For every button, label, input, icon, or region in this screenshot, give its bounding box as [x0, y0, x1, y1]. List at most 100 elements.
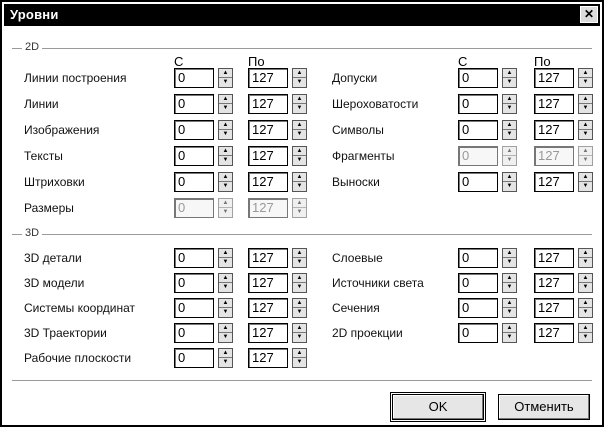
spin-button[interactable]: ▲ ▼: [578, 273, 593, 293]
spin-button[interactable]: ▲ ▼: [578, 94, 593, 114]
level-from-field[interactable]: 0: [174, 248, 214, 268]
spin-down-icon[interactable]: ▼: [579, 333, 592, 342]
spin-up-icon[interactable]: ▲: [219, 199, 232, 208]
spin-up-icon[interactable]: ▲: [503, 299, 516, 308]
spin-up-icon[interactable]: ▲: [503, 147, 516, 156]
spin-up-icon[interactable]: ▲: [579, 173, 592, 182]
spin-down-icon[interactable]: ▼: [579, 130, 592, 139]
spin-down-icon[interactable]: ▼: [219, 182, 232, 191]
spin-up-icon[interactable]: ▲: [219, 121, 232, 130]
level-to-field[interactable]: 127: [534, 273, 574, 293]
spin-up-icon[interactable]: ▲: [293, 324, 306, 333]
spin-down-icon[interactable]: ▼: [503, 78, 516, 87]
spin-down-icon[interactable]: ▼: [503, 130, 516, 139]
spin-button[interactable]: ▲ ▼: [578, 323, 593, 343]
level-from-field[interactable]: 0: [458, 323, 498, 343]
spin-button[interactable]: ▲ ▼: [502, 248, 517, 268]
spin-button[interactable]: ▲ ▼: [218, 273, 233, 293]
spin-button[interactable]: ▲ ▼: [292, 248, 307, 268]
spin-down-icon[interactable]: ▼: [579, 104, 592, 113]
spin-button[interactable]: ▲ ▼: [502, 172, 517, 192]
spin-down-icon[interactable]: ▼: [503, 104, 516, 113]
spin-down-icon[interactable]: ▼: [503, 182, 516, 191]
spin-down-icon[interactable]: ▼: [293, 333, 306, 342]
spin-down-icon[interactable]: ▼: [293, 182, 306, 191]
spin-up-icon[interactable]: ▲: [503, 324, 516, 333]
level-to-field[interactable]: 127: [248, 248, 288, 268]
spin-up-icon[interactable]: ▲: [219, 173, 232, 182]
spin-up-icon[interactable]: ▲: [503, 173, 516, 182]
level-from-field[interactable]: 0: [458, 273, 498, 293]
spin-down-icon[interactable]: ▼: [293, 258, 306, 267]
spin-button[interactable]: ▲ ▼: [292, 146, 307, 166]
spin-up-icon[interactable]: ▲: [579, 147, 592, 156]
spin-down-icon[interactable]: ▼: [293, 208, 306, 217]
spin-button[interactable]: ▲ ▼: [292, 94, 307, 114]
spin-button[interactable]: ▲ ▼: [502, 146, 517, 166]
spin-down-icon[interactable]: ▼: [219, 208, 232, 217]
spin-down-icon[interactable]: ▼: [579, 308, 592, 317]
spin-down-icon[interactable]: ▼: [219, 104, 232, 113]
level-to-field[interactable]: 127: [248, 68, 288, 88]
level-from-field[interactable]: 0: [174, 323, 214, 343]
level-to-field[interactable]: 127: [534, 68, 574, 88]
spin-button[interactable]: ▲ ▼: [502, 94, 517, 114]
level-from-field[interactable]: 0: [174, 298, 214, 318]
spin-up-icon[interactable]: ▲: [579, 69, 592, 78]
spin-down-icon[interactable]: ▼: [579, 156, 592, 165]
spin-down-icon[interactable]: ▼: [293, 283, 306, 292]
spin-button[interactable]: ▲ ▼: [502, 68, 517, 88]
spin-button[interactable]: ▲ ▼: [218, 68, 233, 88]
level-from-field[interactable]: 0: [174, 198, 214, 218]
spin-down-icon[interactable]: ▼: [293, 156, 306, 165]
spin-button[interactable]: ▲ ▼: [292, 68, 307, 88]
spin-down-icon[interactable]: ▼: [219, 333, 232, 342]
spin-button[interactable]: ▲ ▼: [502, 120, 517, 140]
level-from-field[interactable]: 0: [458, 68, 498, 88]
spin-up-icon[interactable]: ▲: [219, 274, 232, 283]
spin-down-icon[interactable]: ▼: [219, 78, 232, 87]
level-from-field[interactable]: 0: [458, 172, 498, 192]
spin-up-icon[interactable]: ▲: [579, 121, 592, 130]
spin-up-icon[interactable]: ▲: [503, 69, 516, 78]
spin-button[interactable]: ▲ ▼: [578, 120, 593, 140]
spin-down-icon[interactable]: ▼: [219, 283, 232, 292]
spin-up-icon[interactable]: ▲: [219, 69, 232, 78]
spin-up-icon[interactable]: ▲: [219, 147, 232, 156]
spin-up-icon[interactable]: ▲: [293, 349, 306, 358]
spin-button[interactable]: ▲ ▼: [578, 298, 593, 318]
level-to-field[interactable]: 127: [534, 172, 574, 192]
spin-down-icon[interactable]: ▼: [579, 78, 592, 87]
level-to-field[interactable]: 127: [248, 273, 288, 293]
spin-up-icon[interactable]: ▲: [293, 121, 306, 130]
level-to-field[interactable]: 127: [248, 198, 288, 218]
spin-down-icon[interactable]: ▼: [219, 358, 232, 367]
spin-button[interactable]: ▲ ▼: [292, 298, 307, 318]
level-to-field[interactable]: 127: [534, 248, 574, 268]
spin-down-icon[interactable]: ▼: [293, 358, 306, 367]
spin-up-icon[interactable]: ▲: [293, 69, 306, 78]
spin-up-icon[interactable]: ▲: [503, 249, 516, 258]
spin-button[interactable]: ▲ ▼: [502, 323, 517, 343]
spin-up-icon[interactable]: ▲: [579, 95, 592, 104]
spin-up-icon[interactable]: ▲: [293, 249, 306, 258]
spin-down-icon[interactable]: ▼: [219, 308, 232, 317]
level-from-field[interactable]: 0: [458, 94, 498, 114]
level-to-field[interactable]: 127: [248, 323, 288, 343]
level-to-field[interactable]: 127: [248, 146, 288, 166]
spin-button[interactable]: ▲ ▼: [218, 323, 233, 343]
spin-down-icon[interactable]: ▼: [579, 182, 592, 191]
spin-up-icon[interactable]: ▲: [579, 324, 592, 333]
spin-button[interactable]: ▲ ▼: [218, 298, 233, 318]
level-from-field[interactable]: 0: [458, 146, 498, 166]
spin-button[interactable]: ▲ ▼: [502, 273, 517, 293]
spin-button[interactable]: ▲ ▼: [578, 172, 593, 192]
spin-button[interactable]: ▲ ▼: [218, 120, 233, 140]
level-to-field[interactable]: 127: [248, 298, 288, 318]
spin-up-icon[interactable]: ▲: [219, 95, 232, 104]
spin-up-icon[interactable]: ▲: [219, 299, 232, 308]
spin-up-icon[interactable]: ▲: [293, 199, 306, 208]
spin-up-icon[interactable]: ▲: [579, 249, 592, 258]
spin-up-icon[interactable]: ▲: [579, 299, 592, 308]
level-from-field[interactable]: 0: [174, 68, 214, 88]
